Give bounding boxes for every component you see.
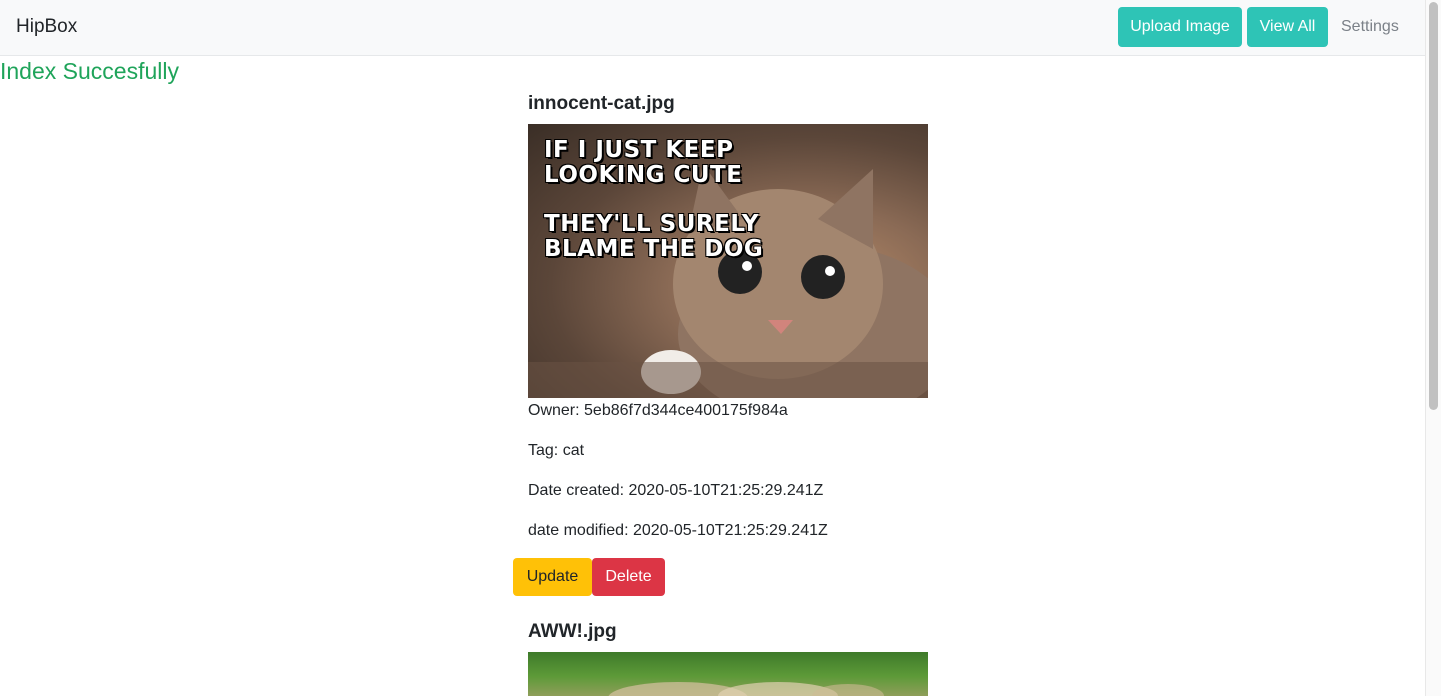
brand-logo[interactable]: HipBox	[16, 16, 77, 38]
meme-top-line: IF I JUST KEEP LOOKING CUTE	[544, 137, 743, 188]
date-modified-text: date modified: 2020-05-10T21:25:29.241Z	[528, 522, 828, 539]
meme-bottom-text: THEY'LL SURELY BLAME THE DOG	[544, 212, 763, 262]
scrollbar[interactable]	[1425, 0, 1441, 696]
scrollbar-thumb[interactable]	[1429, 2, 1438, 410]
update-button[interactable]: Update	[513, 558, 592, 596]
owner-text: Owner: 5eb86f7d344ce400175f984a	[528, 402, 788, 419]
upload-image-button[interactable]: Upload Image	[1118, 7, 1242, 47]
image-filename-2: AWW!.jpg	[528, 621, 617, 642]
status-message: Index Succesfully	[0, 58, 179, 84]
delete-button[interactable]: Delete	[592, 558, 665, 596]
image-card-title: innocent-cat.jpg	[528, 93, 928, 115]
cat-image: IF I JUST KEEP LOOKING CUTE THEY'LL SURE…	[528, 124, 928, 398]
meme-bottom-line: THEY'LL SURELY BLAME THE DOG	[544, 211, 764, 262]
date-created-text: Date created: 2020-05-10T21:25:29.241Z	[528, 482, 824, 499]
image-card-title-2: AWW!.jpg	[528, 621, 928, 643]
view-all-button[interactable]: View All	[1247, 7, 1328, 47]
meme-top-text: IF I JUST KEEP LOOKING CUTE	[544, 138, 742, 188]
image-filename: innocent-cat.jpg	[528, 93, 675, 114]
navbar: HipBox Upload Image View All Settings	[0, 0, 1425, 56]
aww-image	[528, 652, 928, 696]
tag-text: Tag: cat	[528, 442, 585, 459]
aww-illustration	[608, 682, 884, 696]
settings-link[interactable]: Settings	[1341, 18, 1399, 36]
